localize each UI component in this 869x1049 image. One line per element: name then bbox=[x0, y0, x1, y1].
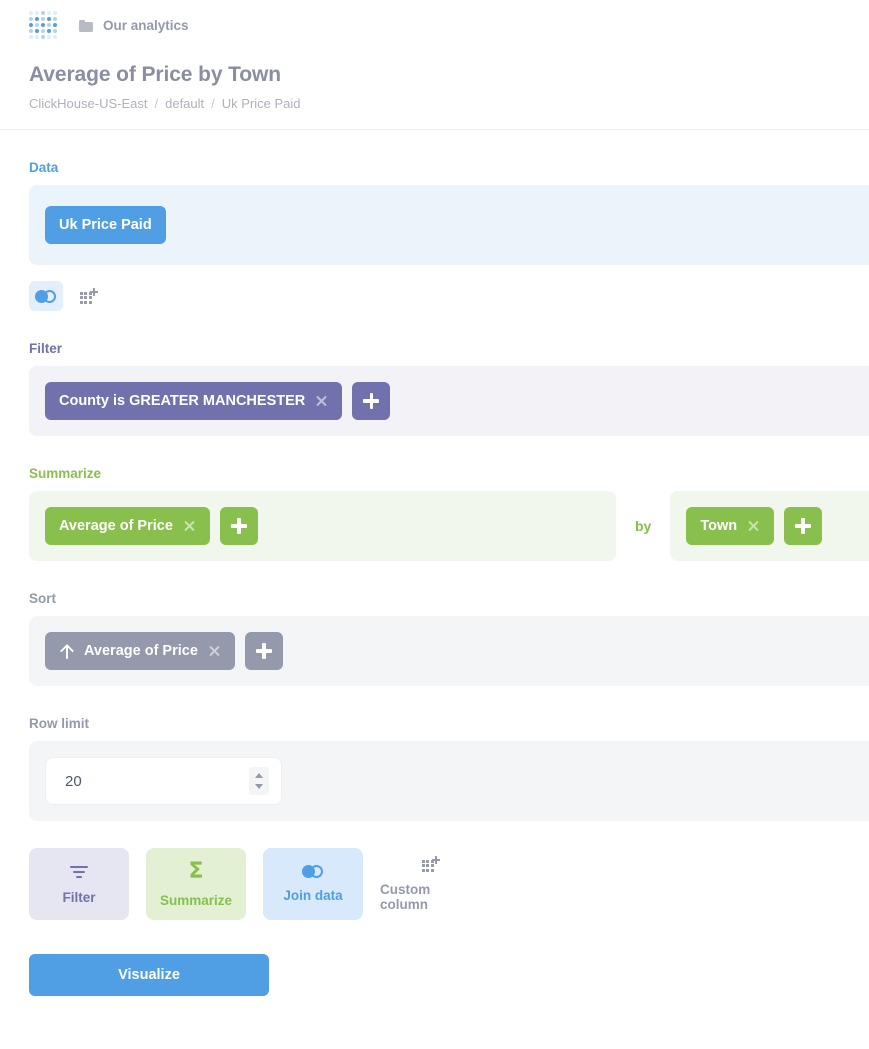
stepper-down-icon[interactable] bbox=[255, 784, 263, 790]
breadcrumb-separator-2: / bbox=[211, 96, 215, 112]
limit-step-panel: 20 bbox=[29, 741, 869, 822]
data-step-panel: Uk Price Paid bbox=[29, 185, 869, 266]
notebook-step-filter: Filter County is GREATER MANCHESTER bbox=[0, 341, 869, 437]
limit-step-label: Row limit bbox=[29, 716, 89, 732]
visualize-button[interactable]: Visualize bbox=[29, 954, 269, 997]
data-step-label: Data bbox=[29, 160, 59, 176]
join-data-button[interactable] bbox=[29, 281, 63, 312]
notebook-step-summarize: Summarize Average of Price by Town bbox=[0, 466, 869, 562]
action-button-filter-label: Filter bbox=[62, 889, 96, 905]
action-button-custom-column[interactable]: Custom column bbox=[380, 848, 480, 920]
question-header: Average of Price by Town ClickHouse-US-E… bbox=[0, 50, 869, 111]
sigma-icon: Σ bbox=[188, 858, 204, 884]
add-aggregation-button[interactable] bbox=[219, 507, 258, 546]
summarize-by-label: by bbox=[635, 518, 652, 535]
collection-breadcrumb-link[interactable]: Our analytics bbox=[79, 18, 189, 33]
breakout-chip[interactable]: Town bbox=[686, 507, 775, 546]
action-button-join-label: Join data bbox=[283, 888, 343, 904]
sort-step-label: Sort bbox=[29, 591, 56, 607]
aggregation-chip-label: Average of Price bbox=[59, 518, 173, 535]
funnel-icon bbox=[70, 864, 88, 880]
remove-sort-icon[interactable] bbox=[208, 645, 221, 658]
summarize-step-row: Average of Price by Town bbox=[29, 491, 869, 562]
row-limit-value: 20 bbox=[65, 772, 82, 790]
sort-chip-label: Average of Price bbox=[84, 643, 198, 660]
notebook-step-sort: Sort Average of Price bbox=[0, 591, 869, 687]
action-button-join-data[interactable]: Join data bbox=[263, 848, 363, 921]
add-sort-button[interactable] bbox=[244, 632, 283, 671]
notebook-step-data: Data Uk Price Paid bbox=[0, 160, 869, 312]
join-data-icon bbox=[302, 865, 324, 879]
folder-icon bbox=[79, 19, 94, 32]
app-top-bar: Our analytics bbox=[0, 0, 869, 50]
sort-step-panel: Average of Price bbox=[29, 616, 869, 687]
breadcrumb-separator-1: / bbox=[154, 96, 159, 112]
custom-column-button[interactable] bbox=[71, 281, 105, 311]
data-table-chip[interactable]: Uk Price Paid bbox=[45, 206, 166, 245]
breadcrumb-table[interactable]: Uk Price Paid bbox=[222, 96, 301, 111]
breadcrumb: ClickHouse-US-East / default / Uk Price … bbox=[29, 96, 869, 111]
action-button-summarize-label: Summarize bbox=[159, 892, 233, 908]
filter-chip[interactable]: County is GREATER MANCHESTER bbox=[45, 382, 343, 421]
custom-column-icon bbox=[421, 855, 440, 872]
filter-step-panel: County is GREATER MANCHESTER bbox=[29, 366, 869, 437]
breadcrumb-database[interactable]: ClickHouse-US-East bbox=[29, 96, 147, 111]
remove-breakout-icon[interactable] bbox=[747, 520, 760, 533]
notebook-step-limit: Row limit 20 bbox=[0, 716, 869, 822]
row-limit-stepper[interactable] bbox=[249, 767, 269, 796]
filter-chip-label: County is GREATER MANCHESTER bbox=[59, 393, 306, 410]
aggregation-chip[interactable]: Average of Price bbox=[45, 507, 210, 546]
visualize-section: Visualize bbox=[0, 954, 869, 997]
row-limit-input[interactable]: 20 bbox=[45, 757, 282, 806]
breakout-chip-label: Town bbox=[700, 518, 738, 535]
remove-filter-icon[interactable] bbox=[315, 395, 328, 408]
data-step-icon-row bbox=[29, 281, 869, 312]
breadcrumb-schema[interactable]: default bbox=[165, 96, 204, 111]
summarize-step-label: Summarize bbox=[29, 466, 102, 482]
remove-aggregation-icon[interactable] bbox=[183, 520, 196, 533]
summarize-metric-panel: Average of Price bbox=[29, 491, 616, 562]
sort-chip[interactable]: Average of Price bbox=[45, 632, 235, 671]
custom-column-icon bbox=[79, 287, 98, 304]
join-data-icon bbox=[35, 289, 57, 303]
notebook-editor: Data Uk Price Paid Filter County is GREA… bbox=[0, 130, 869, 822]
notebook-action-buttons: Filter Σ Summarize Join data Custom colu… bbox=[0, 848, 869, 921]
collection-name: Our analytics bbox=[103, 17, 189, 33]
data-table-chip-label: Uk Price Paid bbox=[59, 217, 152, 234]
action-button-summarize[interactable]: Σ Summarize bbox=[146, 848, 246, 921]
stepper-up-icon[interactable] bbox=[255, 773, 263, 779]
summarize-breakout-panel: Town bbox=[670, 491, 869, 562]
add-filter-button[interactable] bbox=[352, 382, 391, 421]
filter-step-label: Filter bbox=[29, 341, 63, 357]
add-breakout-button[interactable] bbox=[784, 507, 823, 546]
metabase-logo-icon[interactable] bbox=[29, 11, 57, 39]
action-button-filter[interactable]: Filter bbox=[29, 848, 129, 921]
action-button-custom-column-label: Custom column bbox=[380, 881, 431, 912]
sort-ascending-arrow-icon[interactable] bbox=[59, 644, 74, 659]
page-title[interactable]: Average of Price by Town bbox=[29, 62, 869, 87]
